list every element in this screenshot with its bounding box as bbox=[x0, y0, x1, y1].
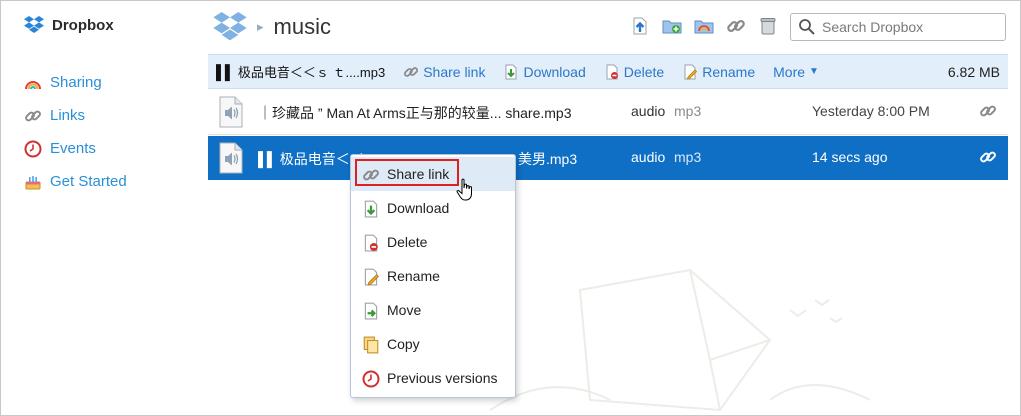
rename-label: Rename bbox=[702, 63, 756, 80]
sidebar-item-label: Get Started bbox=[50, 173, 127, 190]
shared-folder-icon[interactable] bbox=[694, 16, 714, 36]
breadcrumb: ▸ music bbox=[213, 12, 331, 42]
selection-size: 6.82 MB bbox=[947, 64, 1000, 80]
download-label: Download bbox=[523, 63, 586, 80]
menu-item-label: Delete bbox=[387, 234, 428, 250]
rename-action[interactable]: Rename bbox=[682, 64, 755, 80]
menu-item-label: Download bbox=[387, 200, 450, 216]
rainbow-icon bbox=[25, 80, 41, 89]
menu-item-copy[interactable]: Copy bbox=[351, 327, 515, 361]
link-icon bbox=[25, 110, 41, 121]
dropbox-logo-icon bbox=[24, 16, 44, 33]
delete-icon bbox=[364, 234, 378, 252]
sidebar-item-label: Sharing bbox=[50, 74, 102, 91]
dropbox-brand[interactable]: Dropbox bbox=[24, 16, 114, 34]
menu-item-previous-versions[interactable]: Previous versions bbox=[351, 361, 515, 395]
file-extension: mp3 bbox=[674, 149, 702, 165]
menu-item-rename[interactable]: Rename bbox=[351, 259, 515, 293]
link-icon[interactable] bbox=[979, 102, 997, 120]
sidebar-item-get-started[interactable]: Get Started bbox=[24, 165, 127, 198]
audio-file-icon bbox=[219, 96, 243, 128]
file-name-tail: 美男.mp3 bbox=[518, 151, 578, 167]
selection-action-bar: ▌▌ 极品电音＜＜ｓ ｔ....mp3 Share link Download … bbox=[208, 54, 1008, 89]
file-name[interactable]: ｜珍藏品 ” Man At Arms正与那的较量... share.mp3 bbox=[258, 103, 572, 123]
delete-action[interactable]: Delete bbox=[604, 64, 664, 80]
sidebar-item-label: Events bbox=[50, 140, 96, 157]
sidebar-nav: Sharing Links Events Get Started bbox=[24, 66, 127, 198]
sidebar-item-links[interactable]: Links bbox=[24, 99, 127, 132]
cake-icon bbox=[25, 175, 41, 189]
file-name[interactable]: ▌▌ 极品电音＜＜ bbox=[258, 149, 364, 169]
rename-icon bbox=[364, 268, 379, 286]
share-link-label: Share link bbox=[423, 63, 486, 80]
menu-item-label: Move bbox=[387, 302, 422, 318]
pause-bars-icon: ▌▌ bbox=[216, 63, 235, 80]
new-folder-icon[interactable] bbox=[662, 16, 682, 36]
upload-icon[interactable] bbox=[630, 16, 650, 36]
file-kind: audio bbox=[631, 149, 666, 165]
breadcrumb-separator-icon: ▸ bbox=[257, 19, 264, 34]
sidebar-item-events[interactable]: Events bbox=[24, 132, 127, 165]
search-box[interactable] bbox=[790, 13, 1006, 41]
sidebar-item-label: Links bbox=[50, 107, 86, 124]
brand-name: Dropbox bbox=[52, 16, 114, 34]
clock-icon bbox=[24, 140, 42, 157]
rename-icon bbox=[684, 64, 698, 80]
caret-down-icon: ▼ bbox=[809, 66, 819, 77]
menu-item-label: Rename bbox=[387, 268, 440, 284]
folder-title: music bbox=[273, 14, 331, 39]
search-input[interactable] bbox=[820, 18, 1004, 36]
link-icon[interactable] bbox=[726, 16, 746, 36]
menu-item-label: Previous versions bbox=[387, 370, 498, 386]
file-extension: mp3 bbox=[674, 103, 702, 119]
highlight-annotation-box bbox=[355, 159, 459, 186]
move-icon bbox=[364, 302, 378, 320]
file-row[interactable]: ｜珍藏品 ” Man At Arms正与那的较量... share.mp3 au… bbox=[208, 90, 1008, 135]
previous-versions-icon bbox=[362, 370, 380, 388]
link-icon bbox=[404, 66, 419, 77]
file-modified: 14 secs ago bbox=[812, 149, 888, 165]
delete-icon bbox=[606, 64, 618, 79]
menu-item-download[interactable]: Download bbox=[351, 191, 515, 225]
share-link-action[interactable]: Share link bbox=[403, 64, 485, 80]
more-label: More bbox=[773, 63, 806, 80]
selected-file-name: ▌▌ 极品电音＜＜ｓ ｔ....mp3 bbox=[216, 62, 385, 81]
download-icon bbox=[505, 64, 517, 79]
search-icon bbox=[799, 19, 815, 35]
file-modified: Yesterday 8:00 PM bbox=[812, 103, 930, 119]
toolbar-icons bbox=[630, 16, 778, 36]
selected-file-label: 极品电音＜＜ｓ ｔ....mp3 bbox=[237, 65, 386, 80]
file-row-selected[interactable]: ▌▌ 极品电音＜＜ 美男.mp3 audio mp3 14 secs ago bbox=[208, 136, 1008, 180]
menu-item-move[interactable]: Move bbox=[351, 293, 515, 327]
dropbox-home-icon[interactable] bbox=[213, 12, 247, 42]
menu-item-delete[interactable]: Delete bbox=[351, 225, 515, 259]
file-kind: audio bbox=[631, 103, 666, 119]
download-icon bbox=[364, 200, 378, 218]
trash-icon[interactable] bbox=[758, 16, 778, 36]
menu-item-label: Copy bbox=[387, 336, 420, 352]
context-menu: Share link Download Delete Rename Move C… bbox=[350, 154, 516, 398]
more-action[interactable]: More ▼ bbox=[773, 64, 819, 80]
sidebar-item-sharing[interactable]: Sharing bbox=[24, 66, 127, 99]
pause-bars-icon: ▌▌ bbox=[258, 151, 277, 167]
link-icon[interactable] bbox=[979, 148, 997, 166]
background-illustration bbox=[489, 268, 871, 412]
hand-cursor-icon bbox=[456, 178, 472, 201]
copy-icon bbox=[363, 336, 379, 354]
download-action[interactable]: Download bbox=[503, 63, 586, 80]
audio-file-icon bbox=[219, 142, 243, 174]
delete-label: Delete bbox=[623, 63, 665, 80]
